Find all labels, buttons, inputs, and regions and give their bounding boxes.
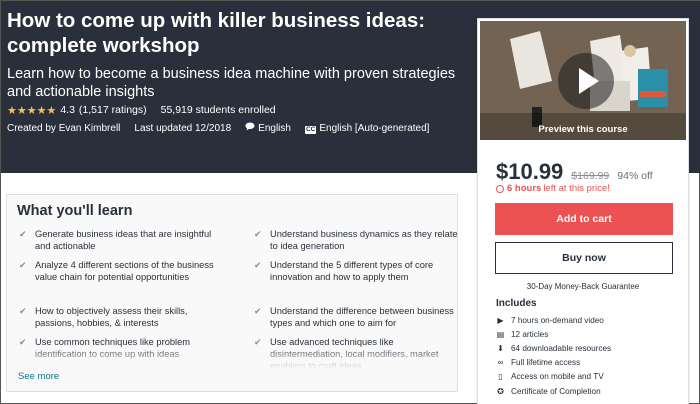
play-icon[interactable]	[558, 53, 614, 109]
purchase-card: Preview this course $10.99 $169.99 94% o…	[477, 18, 689, 404]
closed-captions-icon: CC	[304, 125, 317, 134]
learn-item-text: Understand the difference between busine…	[270, 306, 454, 328]
course-preview-video[interactable]: Preview this course	[480, 21, 686, 140]
original-price: $169.99	[571, 170, 610, 182]
ratings-count[interactable]: (1,517 ratings)	[79, 104, 147, 116]
preview-label[interactable]: Preview this course	[480, 124, 686, 135]
check-icon: ✔	[19, 260, 27, 270]
include-label: 12 articles	[511, 329, 549, 339]
check-icon: ✔	[19, 306, 27, 316]
video-icon: ▶	[497, 315, 504, 325]
list-item: ✔ Understand the 5 different types of cor…	[252, 259, 457, 283]
alarm-clock-icon	[496, 184, 504, 193]
buy-now-button[interactable]: Buy now	[495, 242, 673, 274]
content-fade	[7, 345, 457, 369]
timer-hours: 6 hours	[507, 183, 542, 194]
students-enrolled: 55,919 students enrolled	[160, 104, 276, 116]
list-item: ✔ Analyze 4 different sections of the bus…	[17, 259, 227, 283]
check-icon: ✔	[19, 229, 27, 239]
check-icon: ✔	[254, 306, 262, 316]
rating-row: ★★★★★ 4.3 (1,517 ratings) 55,919 student…	[7, 104, 276, 117]
learn-item-text: Generate business ideas that are insight…	[35, 229, 212, 251]
last-updated: Last updated 12/2018	[134, 122, 232, 134]
rating-score: 4.3	[60, 104, 75, 116]
includes-title: Includes	[496, 298, 537, 309]
captions-label: English [Auto-generated]	[319, 122, 430, 134]
check-icon: ✔	[254, 260, 262, 270]
list-item: ▯ Access on mobile and TV	[496, 370, 611, 384]
star-rating-icon: ★★★★★	[7, 104, 57, 117]
course-meta: Created by Evan Kimbrell Last updated 12…	[7, 122, 429, 134]
download-icon: ⬇	[497, 343, 504, 353]
infinity-icon: ∞	[497, 358, 504, 368]
certificate-icon: ✪	[497, 386, 504, 396]
learn-item-text: Understand the 5 different types of core…	[270, 260, 434, 282]
mobile-icon: ▯	[498, 372, 503, 382]
learn-item-text: Analyze 4 different sections of the busi…	[35, 260, 214, 282]
list-item: ✔ How to objectively assess their skills,…	[17, 305, 227, 329]
includes-list: ▶ 7 hours on-demand video ▤ 12 articles ⬇ 6…	[496, 313, 611, 398]
list-item: ▤ 12 articles	[496, 327, 611, 341]
list-item: ✔ Understand the difference between busin…	[252, 305, 457, 329]
include-label: 64 downloadable resources	[511, 343, 612, 353]
list-item: ✪ Certificate of Completion	[496, 384, 611, 398]
course-title: How to come up with killer business idea…	[7, 9, 426, 57]
list-item: ▶ 7 hours on-demand video	[496, 313, 611, 327]
include-label: Access on mobile and TV	[511, 372, 604, 382]
captions: CC English [Auto-generated]	[304, 122, 430, 134]
learn-item-text: Understand business dynamics as they rel…	[270, 229, 458, 251]
what-you-will-learn-box: What you'll learn ✔ Generate business ide…	[6, 194, 458, 392]
created-by[interactable]: Created by Evan Kimbrell	[7, 123, 120, 134]
list-item: ⬇ 64 downloadable resources	[496, 341, 611, 355]
timer-suffix: left at this price!	[543, 183, 610, 194]
discount-percent: 94% off	[617, 170, 653, 182]
learn-title: What you'll learn	[17, 203, 133, 219]
language: English	[245, 122, 291, 134]
article-icon: ▤	[496, 329, 505, 339]
price-timer: 6 hours left at this price!	[496, 183, 610, 194]
list-item: ✔ Generate business ideas that are insigh…	[17, 228, 227, 252]
include-label: 7 hours on-demand video	[511, 315, 604, 325]
check-icon: ✔	[254, 229, 262, 239]
list-item: ∞ Full lifetime access	[496, 356, 611, 370]
include-label: Certificate of Completion	[511, 386, 601, 396]
price-row: $10.99 $169.99 94% off	[496, 159, 653, 185]
add-to-cart-button[interactable]: Add to cart	[495, 203, 673, 235]
speech-bubble-icon	[245, 122, 255, 134]
current-price: $10.99	[496, 159, 564, 184]
include-label: Full lifetime access	[511, 358, 581, 368]
learn-item-text: How to objectively assess their skills, …	[35, 306, 188, 328]
see-more-link[interactable]: See more	[18, 371, 59, 382]
language-label: English	[258, 123, 291, 134]
money-back-guarantee: 30-Day Money-Back Guarantee	[526, 282, 640, 291]
course-subtitle: Learn how to become a business idea mach…	[7, 66, 456, 100]
list-item: ✔ Understand business dynamics as they re…	[252, 228, 458, 252]
